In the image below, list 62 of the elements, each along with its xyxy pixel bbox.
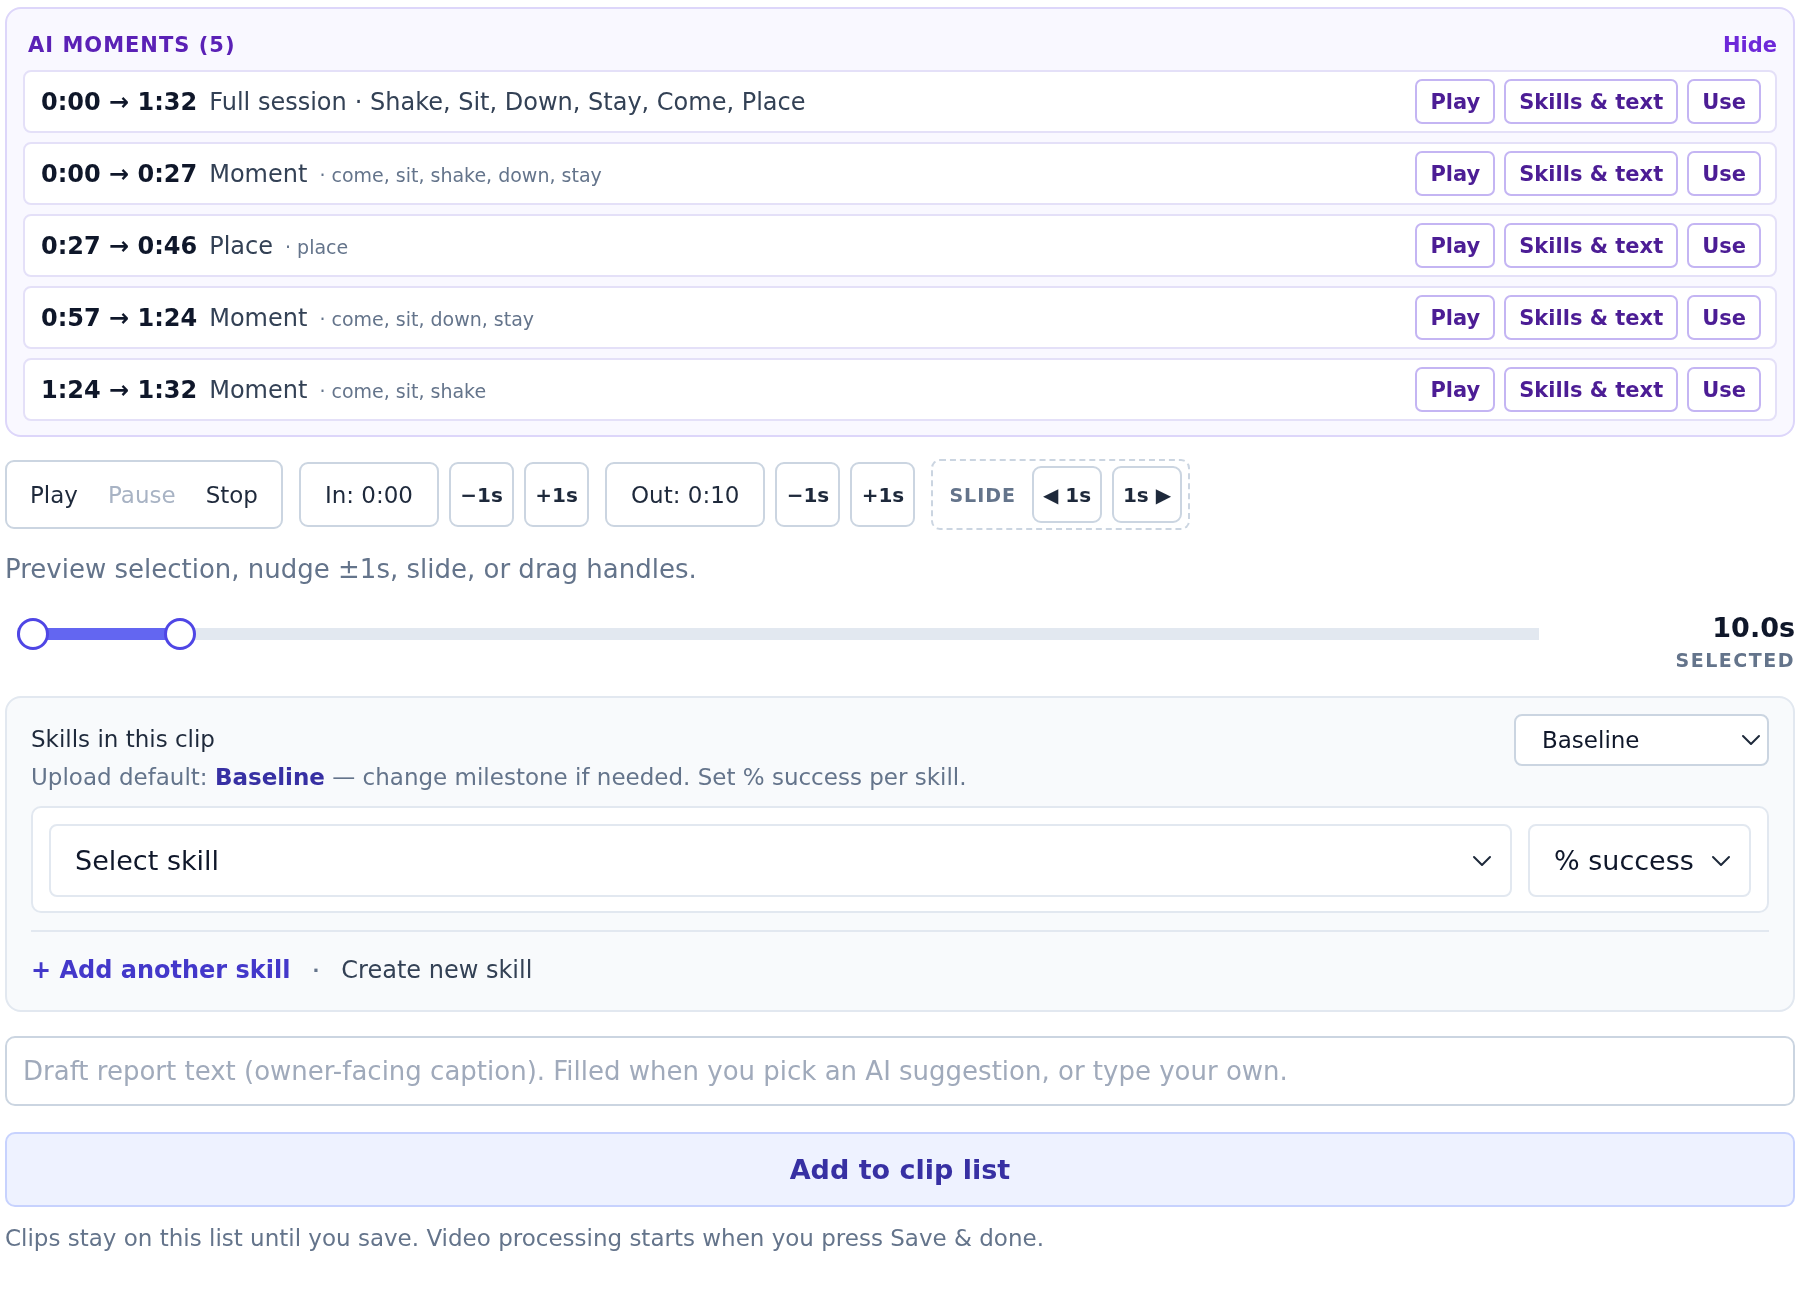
hint-text: Preview selection, nudge ±1s, slide, or drag handles. bbox=[5, 554, 698, 584]
moment-label: Moment bbox=[209, 375, 308, 404]
action-button[interactable]: Play bbox=[1415, 295, 1496, 340]
slide-button[interactable]: ◀ 1s bbox=[1032, 466, 1103, 523]
transport-button[interactable]: Play bbox=[17, 469, 91, 520]
milestone-select[interactable]: Baseline bbox=[1514, 714, 1769, 766]
action-button[interactable]: Play bbox=[1415, 367, 1496, 412]
skill-list: · Shake, Sit, Down, Stay, Come, Place bbox=[354, 87, 806, 116]
action-button[interactable]: Use bbox=[1687, 223, 1761, 268]
action-button[interactable]: Use bbox=[1687, 295, 1761, 340]
duration-value: 10.0s bbox=[1712, 612, 1795, 643]
panel-title: Skills in this clip bbox=[31, 726, 216, 752]
time-range: 0:57 → 1:24 bbox=[41, 303, 198, 332]
time-range: 1:24 → 1:32 bbox=[41, 375, 198, 404]
separator-dot: · bbox=[312, 959, 320, 981]
add-to-clip-list-button[interactable]: Add to clip list bbox=[5, 1132, 1795, 1207]
slide-label: SLIDE bbox=[949, 483, 1017, 506]
action-button[interactable]: Skills & text bbox=[1504, 295, 1679, 340]
skill-list: · come, sit, shake bbox=[319, 379, 487, 402]
skill-list: · place bbox=[285, 235, 349, 258]
time-button[interactable]: Out: 0:10 bbox=[605, 462, 766, 527]
add-skill-link[interactable]: + Add another skill bbox=[31, 956, 291, 984]
action-button[interactable]: Use bbox=[1687, 367, 1761, 412]
action-button[interactable]: Play bbox=[1415, 79, 1496, 124]
section-title: AI MOMENTS (5) bbox=[28, 33, 236, 57]
nudge-button[interactable]: +1s bbox=[850, 462, 916, 527]
hide-link[interactable]: Hide bbox=[1722, 33, 1777, 57]
moment-label: Full session bbox=[209, 87, 347, 116]
nudge-button[interactable]: −1s bbox=[775, 462, 841, 527]
action-button[interactable]: Skills & text bbox=[1504, 79, 1679, 124]
chevron-down-icon bbox=[1711, 854, 1731, 867]
action-button[interactable]: Skills & text bbox=[1504, 367, 1679, 412]
moment-label: Moment bbox=[209, 159, 308, 188]
range-handle[interactable] bbox=[163, 618, 196, 650]
skill-select[interactable]: Select skill bbox=[49, 824, 1512, 897]
chevron-down-icon bbox=[1472, 854, 1492, 867]
chevron-down-icon bbox=[1741, 734, 1761, 746]
action-button[interactable]: Play bbox=[1415, 223, 1496, 268]
footer-note: Clips stay on this list until you save. Video processing starts when you press Save & done. bbox=[5, 1225, 1045, 1251]
skill-list: · come, sit, down, stay bbox=[319, 307, 535, 330]
panel-note: Upload default: Baseline — change milestone if needed. Set % success per skill. bbox=[31, 764, 967, 790]
success-select[interactable]: % success bbox=[1528, 824, 1751, 897]
time-range: 0:00 → 0:27 bbox=[41, 159, 198, 188]
duration-label: SELECTED bbox=[1675, 649, 1795, 671]
nudge-button[interactable]: +1s bbox=[524, 462, 589, 527]
action-button[interactable]: Use bbox=[1687, 151, 1761, 196]
moment-label: Place bbox=[209, 231, 274, 260]
slide-button[interactable]: 1s ▶ bbox=[1112, 466, 1183, 523]
action-button[interactable]: Skills & text bbox=[1504, 223, 1679, 268]
time-button[interactable]: In: 0:00 bbox=[298, 462, 439, 527]
action-button[interactable]: Play bbox=[1415, 151, 1496, 196]
draft-text-field[interactable]: Draft report text (owner-facing caption). Filled when you pick an AI suggestion, or type your own. bbox=[5, 1036, 1795, 1106]
action-button[interactable]: Skills & text bbox=[1504, 151, 1679, 196]
time-range: 0:00 → 1:32 bbox=[41, 87, 198, 116]
skill-list: · come, sit, shake, down, stay bbox=[319, 163, 602, 186]
action-button[interactable]: Use bbox=[1687, 79, 1761, 124]
nudge-button[interactable]: −1s bbox=[449, 462, 514, 527]
moment-label: Moment bbox=[209, 303, 308, 332]
transport-button[interactable]: Stop bbox=[192, 469, 271, 520]
create-skill-link[interactable]: Create new skill bbox=[341, 956, 533, 984]
time-range: 0:27 → 0:46 bbox=[41, 231, 198, 260]
range-handle[interactable] bbox=[17, 618, 49, 650]
